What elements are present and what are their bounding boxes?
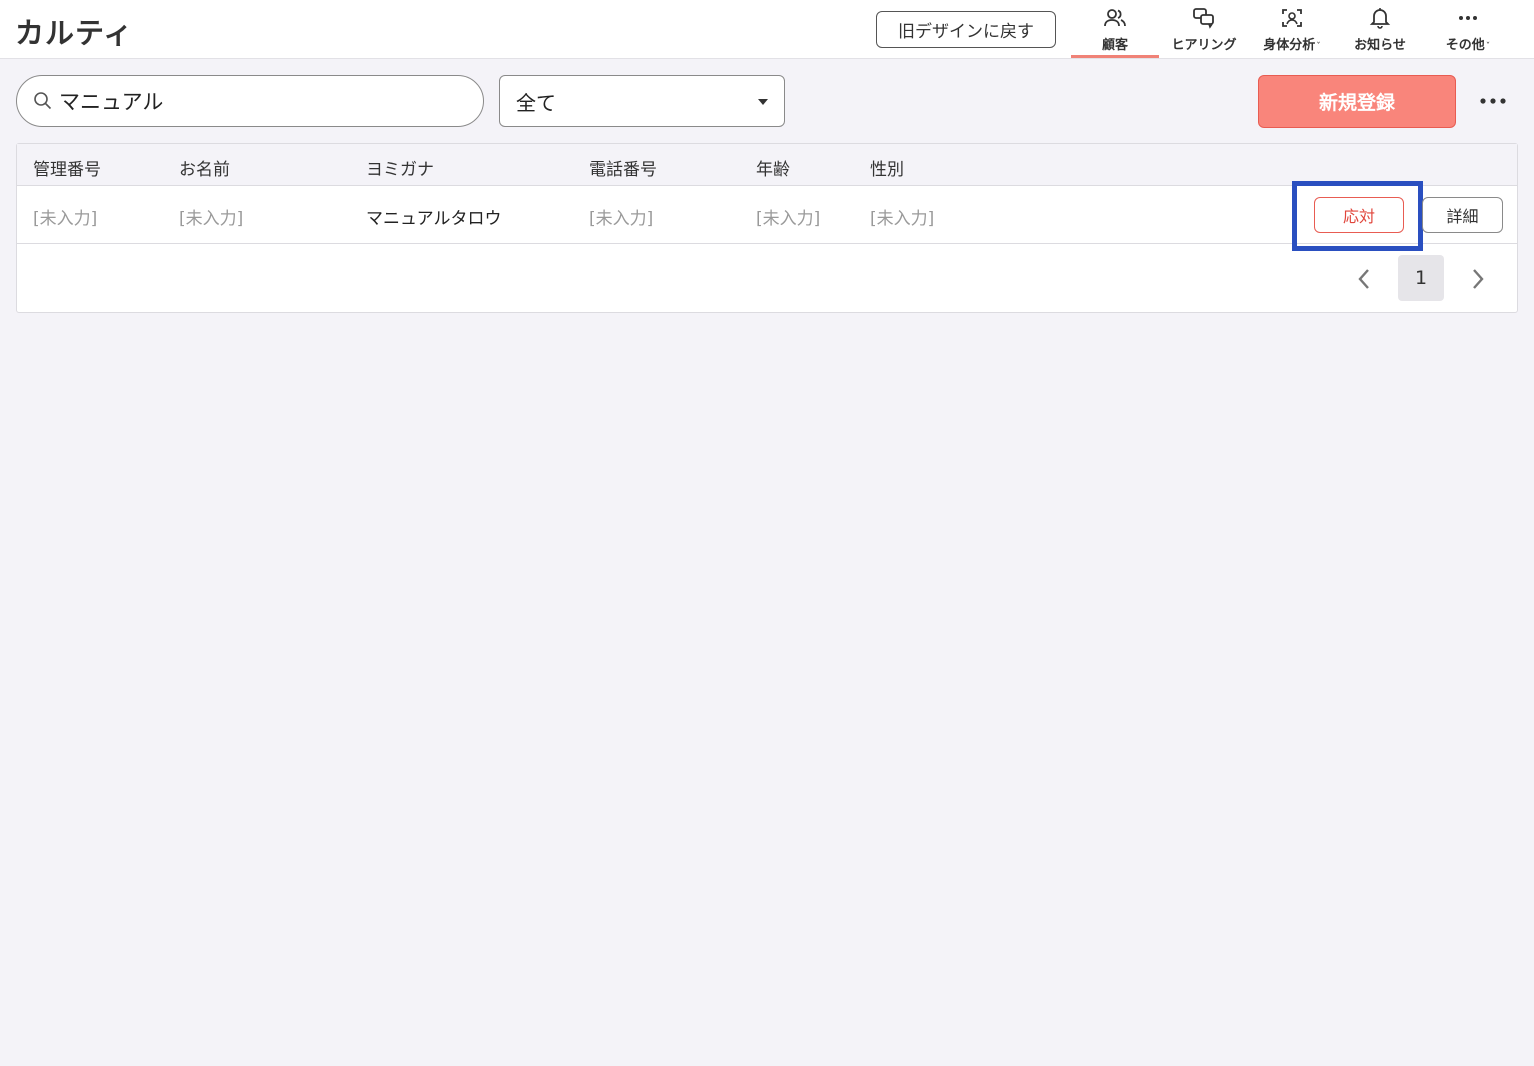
nav-hearing-label: ヒアリング	[1171, 38, 1237, 53]
face-scan-icon	[1280, 6, 1304, 30]
nav-notifications-label: お知らせ	[1354, 38, 1406, 53]
chevron-left-icon	[1358, 269, 1369, 289]
column-header-gender: 性別	[870, 160, 904, 180]
table-row[interactable]: [未入力] [未入力] マニュアルタロウ [未入力] [未入力] [未入力] 応…	[17, 181, 1517, 251]
cell-kana: マニュアルタロウ	[366, 209, 502, 229]
ellipsis-icon	[1457, 6, 1479, 30]
chat-bubbles-icon	[1192, 6, 1216, 30]
nav-other[interactable]: その他ˇ	[1424, 0, 1512, 58]
nav-customers[interactable]: 顧客	[1071, 0, 1159, 58]
app-logo[interactable]: カルティ	[15, 10, 133, 52]
more-options-button[interactable]	[1476, 88, 1510, 114]
column-header-name: お名前	[179, 160, 230, 180]
nav-customers-label: 顧客	[1101, 38, 1128, 53]
customer-table-card: 管理番号 お名前 ヨミガナ 電話番号 年齢 性別 [未入力] [未入力] マニュ…	[16, 143, 1518, 313]
filter-select-value: 全て	[516, 90, 556, 115]
nav-hearing[interactable]: ヒアリング	[1160, 0, 1248, 58]
column-header-id: 管理番号	[33, 160, 101, 180]
chevron-right-icon	[1473, 269, 1484, 289]
new-registration-button[interactable]: 新規登録	[1258, 75, 1456, 128]
table-header: 管理番号 お名前 ヨミガナ 電話番号 年齢 性別	[17, 144, 1517, 186]
top-header: カルティ 旧デザインに戻す 顧客 ヒアリング 身体分析ˇ お知らせ その他ˇ	[0, 0, 1534, 59]
column-header-age: 年齢	[756, 160, 790, 180]
filter-select[interactable]: 全て	[499, 75, 785, 127]
revert-old-design-button[interactable]: 旧デザインに戻す	[876, 11, 1056, 48]
chevron-down-icon: ˇ	[1316, 42, 1321, 52]
nav-body-analysis[interactable]: 身体分析ˇ	[1248, 0, 1336, 58]
cell-name: [未入力]	[179, 209, 244, 229]
cell-phone: [未入力]	[589, 209, 654, 229]
ellipsis-icon	[1480, 98, 1506, 104]
nav-body-analysis-label: 身体分析ˇ	[1263, 38, 1321, 53]
search-box[interactable]	[16, 75, 484, 127]
pagination-prev-button[interactable]	[1349, 261, 1379, 297]
users-icon	[1103, 6, 1127, 30]
column-header-phone: 電話番号	[589, 160, 657, 180]
search-input[interactable]	[59, 89, 439, 113]
nav-notifications[interactable]: お知らせ	[1336, 0, 1424, 58]
pagination-next-button[interactable]	[1463, 261, 1493, 297]
nav-other-label: その他ˇ	[1445, 38, 1491, 53]
bell-icon	[1369, 6, 1391, 30]
caret-down-icon	[758, 99, 768, 105]
pagination-page-current[interactable]: 1	[1398, 255, 1444, 301]
cell-gender: [未入力]	[870, 209, 935, 229]
detail-button[interactable]: 詳細	[1422, 197, 1503, 233]
column-header-kana: ヨミガナ	[366, 160, 434, 180]
cell-id: [未入力]	[33, 209, 98, 229]
search-icon	[33, 90, 55, 112]
cell-age: [未入力]	[756, 209, 821, 229]
chevron-down-icon: ˇ	[1485, 42, 1491, 52]
respond-button[interactable]: 応対	[1314, 197, 1404, 233]
